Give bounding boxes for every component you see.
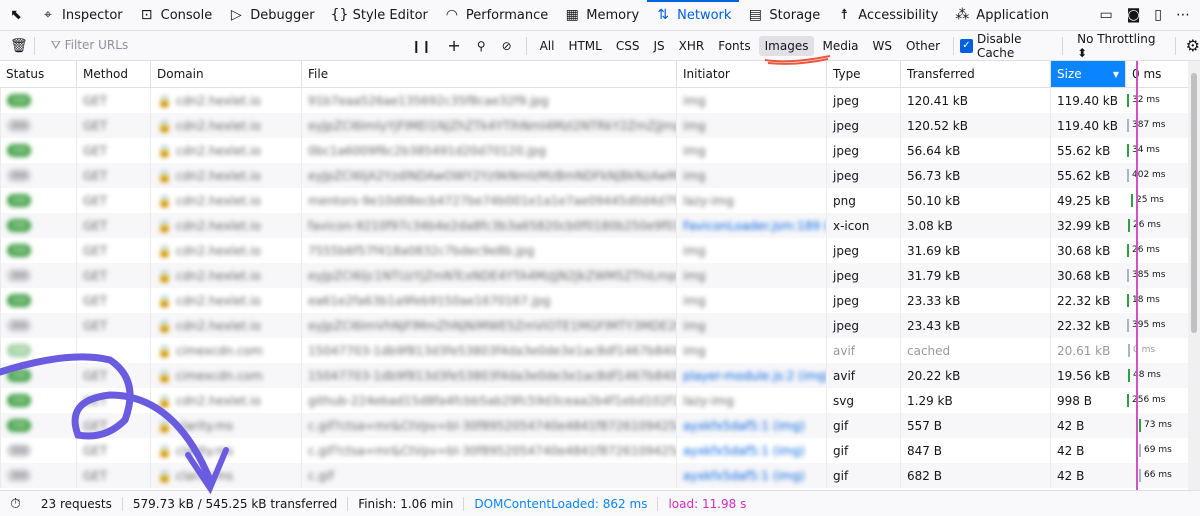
annotation-overlay — [0, 55, 831, 495]
annotation-arrow — [0, 353, 214, 484]
annotation-underline — [764, 55, 831, 65]
